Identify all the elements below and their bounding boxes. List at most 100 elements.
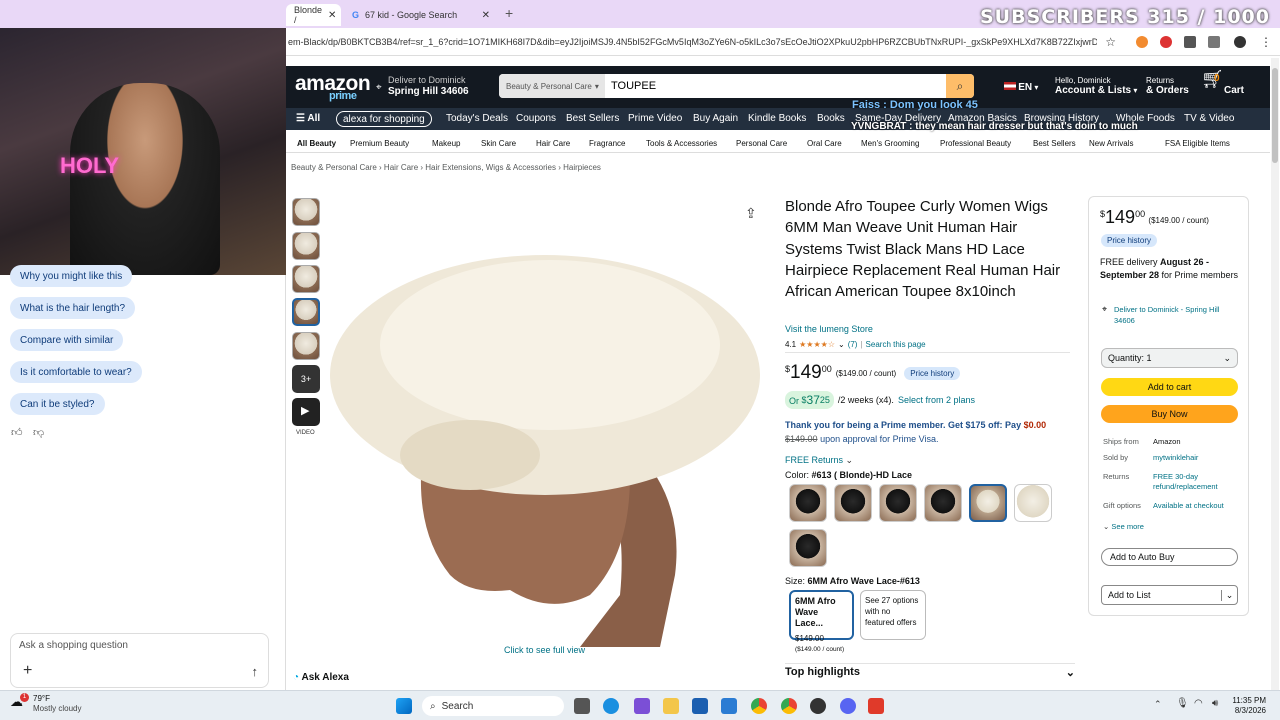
send-arrow-icon[interactable]: ↑: [252, 664, 259, 679]
chrome-icon[interactable]: [751, 698, 767, 714]
product-main-image[interactable]: [330, 195, 760, 647]
ask-alexa[interactable]: ◔ Ask Alexa: [293, 672, 349, 683]
sidebar-icon[interactable]: [1208, 35, 1220, 48]
suggestion-chip[interactable]: Compare with similar: [10, 329, 124, 351]
product-thumbnail[interactable]: [292, 298, 320, 326]
nav-item[interactable]: Kindle Books: [748, 113, 806, 124]
full-view-link[interactable]: Click to see full view: [504, 645, 585, 655]
search-button[interactable]: ⌕: [946, 74, 974, 98]
nav-item[interactable]: TV & Video: [1184, 113, 1234, 124]
app-icon[interactable]: [868, 698, 884, 714]
subnav-item[interactable]: All Beauty: [297, 139, 336, 148]
color-swatch[interactable]: [924, 484, 962, 522]
account-lists[interactable]: Hello, Dominick Account & Lists ▾: [1055, 76, 1137, 96]
video-thumbnail[interactable]: ▶: [292, 398, 320, 426]
suggestion-chip[interactable]: Why you might like this: [10, 265, 133, 287]
nav-item[interactable]: Best Sellers: [566, 113, 619, 124]
product-thumbnail[interactable]: [292, 265, 320, 293]
subnav-item[interactable]: Personal Care: [736, 139, 787, 148]
clock[interactable]: 11:35 PM 8/3/2026: [1232, 696, 1266, 716]
more-images-button[interactable]: 3+: [292, 365, 320, 393]
suggestion-chip[interactable]: Can it be styled?: [10, 393, 105, 415]
search-category-select[interactable]: Beauty & Personal Care ▾: [499, 74, 605, 98]
wifi-icon[interactable]: ◠: [1194, 698, 1203, 709]
breadcrumb[interactable]: Beauty & Personal Care › Hair Care › Hai…: [291, 163, 601, 172]
tab-google[interactable]: G 67 kid - Google Search ✕: [344, 4, 498, 26]
outlook-icon[interactable]: [721, 698, 737, 714]
returns-orders[interactable]: Returns & Orders: [1146, 76, 1189, 96]
nav-alexa-shopping[interactable]: alexa for shopping: [336, 111, 432, 127]
subnav-item[interactable]: Makeup: [432, 139, 460, 148]
free-returns[interactable]: FREE Returns ⌄: [785, 455, 853, 466]
suggestion-chip[interactable]: Is it comfortable to wear?: [10, 361, 142, 383]
subnav-item[interactable]: Tools & Accessories: [646, 139, 717, 148]
color-swatch[interactable]: [789, 484, 827, 522]
deliver-to[interactable]: ⌖ Deliver to Dominick Spring Hill 34606: [376, 75, 469, 97]
thumbs-down-icon[interactable]: 👎︎: [33, 426, 44, 439]
select-plans-link[interactable]: Select from 2 plans: [898, 395, 975, 405]
address-bar[interactable]: em-Black/dp/B0BKTCB3B4/ref=sr_1_6?crid=1…: [286, 28, 1280, 56]
nav-item[interactable]: Books: [817, 113, 845, 124]
obs-icon[interactable]: [810, 698, 826, 714]
top-highlights[interactable]: Top highlights ⌄: [785, 663, 1075, 679]
returns-value[interactable]: FREE 30-day refund/replacement: [1153, 472, 1243, 492]
amazon-logo[interactable]: amazon prime: [295, 72, 371, 102]
volume-icon[interactable]: 🔊︎: [1212, 698, 1218, 709]
subnav-item[interactable]: Fragrance: [589, 139, 625, 148]
close-icon[interactable]: ✕: [328, 10, 336, 21]
edge-icon[interactable]: [603, 698, 619, 714]
share-icon[interactable]: ⇪: [745, 205, 757, 222]
nav-item[interactable]: Prime Video: [628, 113, 682, 124]
subnav-item[interactable]: Skin Care: [481, 139, 516, 148]
color-swatch[interactable]: [1014, 484, 1052, 522]
store-icon[interactable]: [692, 698, 708, 714]
add-to-cart-button[interactable]: Add to cart: [1101, 378, 1238, 396]
thumbs-up-icon[interactable]: 👍︎: [11, 426, 23, 439]
task-view-icon[interactable]: [574, 698, 590, 714]
nav-item[interactable]: Today's Deals: [446, 113, 508, 124]
add-to-list-button[interactable]: Add to List ⌄: [1101, 585, 1238, 605]
subnav-item[interactable]: Professional Beauty: [940, 139, 1011, 148]
scrollbar-thumb[interactable]: [1272, 68, 1278, 163]
language-selector[interactable]: EN ▾: [1004, 82, 1038, 93]
microphone-icon[interactable]: 🎙︎: [1176, 698, 1189, 709]
extension-icon[interactable]: [1136, 35, 1148, 48]
chrome-icon[interactable]: [781, 698, 797, 714]
weather-widget[interactable]: ☁ 1 79°F Mostly cloudy: [10, 693, 81, 714]
suggestion-chip[interactable]: What is the hair length?: [10, 297, 136, 319]
nav-item[interactable]: Buy Again: [693, 113, 738, 124]
subnav-item[interactable]: Men's Grooming: [861, 139, 919, 148]
url-text[interactable]: em-Black/dp/B0BKTCB3B4/ref=sr_1_6?crid=1…: [288, 37, 1097, 47]
file-explorer-icon[interactable]: [663, 698, 679, 714]
star-icon[interactable]: ☆: [1105, 35, 1116, 49]
avatar[interactable]: [1234, 35, 1246, 48]
buy-now-button[interactable]: Buy Now: [1101, 405, 1238, 423]
store-link[interactable]: Visit the lumeng Store: [785, 324, 873, 334]
search-input[interactable]: [605, 74, 946, 98]
subnav-item[interactable]: FSA Eligible Items: [1165, 139, 1230, 148]
subnav-item[interactable]: New Arrivals: [1089, 139, 1133, 148]
shopping-question-input[interactable]: Ask a shopping question + ↑: [10, 633, 269, 688]
extension-icon[interactable]: [1160, 35, 1172, 48]
plus-icon[interactable]: +: [23, 662, 32, 680]
review-count[interactable]: (7): [848, 340, 858, 349]
size-option-selected[interactable]: 6MM Afro Wave Lace... $149.00 ($149.00 /…: [789, 590, 854, 653]
tab-amazon[interactable]: Blonde / ✕: [286, 4, 341, 26]
color-swatch-selected[interactable]: [969, 484, 1007, 522]
app-icon[interactable]: [634, 698, 650, 714]
see-more-link[interactable]: ⌄ See more: [1103, 522, 1144, 531]
search-page-link[interactable]: Search this page: [866, 340, 926, 349]
subnav-item[interactable]: Premium Beauty: [350, 139, 409, 148]
subnav-item[interactable]: Hair Care: [536, 139, 570, 148]
chevron-up-icon[interactable]: ⌃: [1154, 699, 1162, 710]
subnav-item[interactable]: Oral Care: [807, 139, 842, 148]
subnav-item[interactable]: Best Sellers: [1033, 139, 1076, 148]
add-to-auto-buy-button[interactable]: Add to Auto Buy: [1101, 548, 1238, 566]
sold-by-value[interactable]: mytwinklehair: [1153, 453, 1198, 463]
product-thumbnail[interactable]: [292, 232, 320, 260]
taskbar-search[interactable]: ⌕ Search: [422, 696, 564, 716]
deliver-to-link[interactable]: Deliver to Dominick - Spring Hill 34606: [1114, 304, 1239, 326]
color-swatch[interactable]: [789, 529, 827, 567]
gift-options-value[interactable]: Available at checkout: [1153, 501, 1224, 511]
price-history-badge[interactable]: Price history: [904, 366, 961, 380]
